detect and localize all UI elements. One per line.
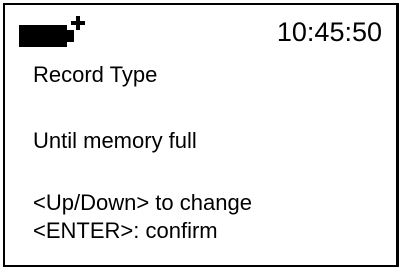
record-type-value: Until memory full (33, 128, 197, 153)
battery-body (19, 25, 67, 47)
device-display: 10:45:50 Record Type Until memory full <… (3, 3, 399, 267)
screen-title: Record Type (33, 62, 158, 87)
plus-icon (71, 16, 85, 30)
hint-change: <Up/Down> to change (33, 190, 252, 215)
hint-confirm: <ENTER>: confirm (33, 218, 218, 243)
battery-charging-icon (19, 16, 85, 47)
clock-time: 10:45:50 (276, 17, 382, 47)
battery-tip (67, 30, 74, 42)
